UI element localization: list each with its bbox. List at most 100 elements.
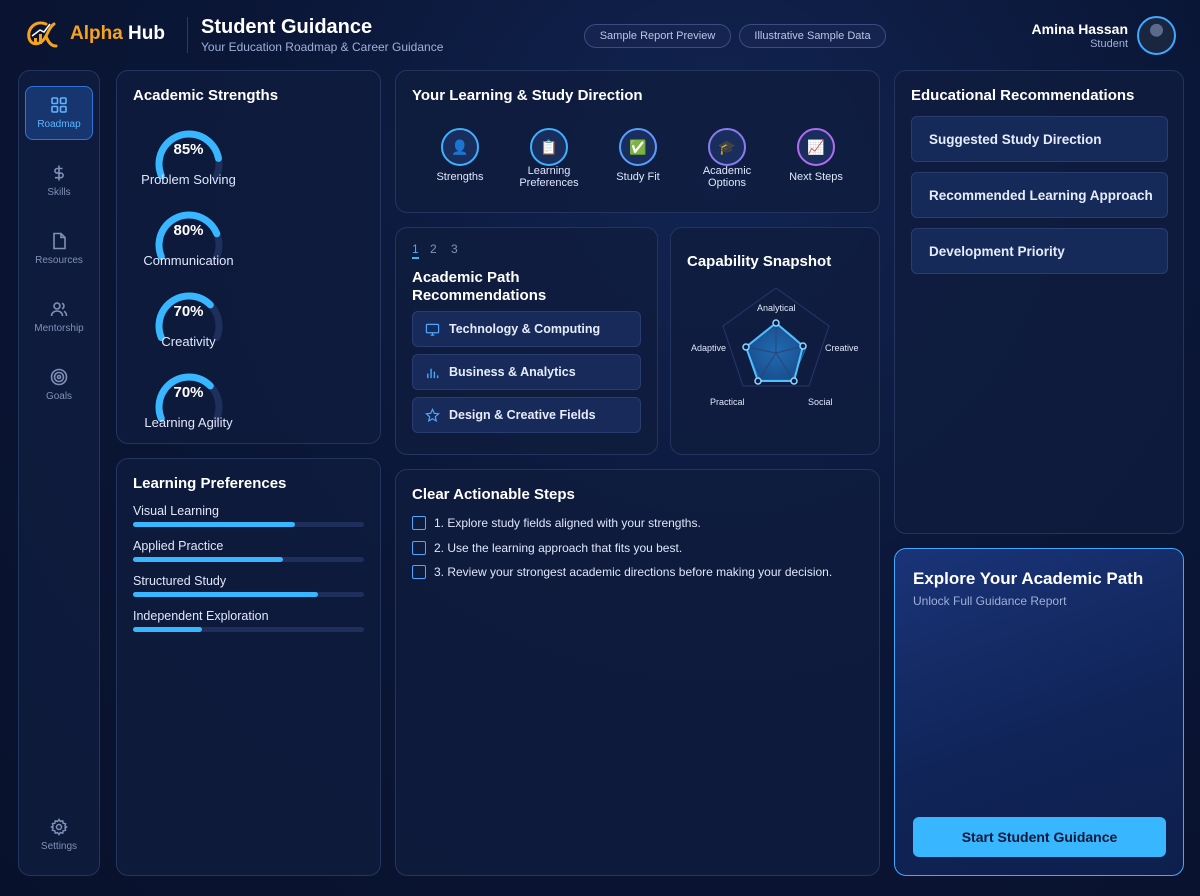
gauge-ring xyxy=(155,292,223,341)
actionable-steps-card: Clear Actionable Steps 1. Explore study … xyxy=(395,469,880,876)
path-item-design[interactable]: Design & Creative Fields xyxy=(412,397,641,433)
page-subtitle: Your Education Roadmap & Career Guidance xyxy=(201,40,444,54)
sidebar-item-skills[interactable]: Skills xyxy=(25,154,93,208)
gear-icon xyxy=(50,818,68,836)
cta-title: Explore Your Academic Path xyxy=(913,569,1144,588)
preference-bar-fill xyxy=(133,592,318,597)
sidebar-item-label: Skills xyxy=(47,187,71,198)
sidebar-item-mentorship[interactable]: Mentorship xyxy=(25,290,93,344)
card-title: Educational Recommendations xyxy=(911,87,1135,104)
study-direction-card: Your Learning & Study Direction 👤 Streng… xyxy=(395,70,880,213)
step-checkbox[interactable] xyxy=(412,541,426,555)
gauge-value: 80% xyxy=(173,222,204,239)
step-row[interactable]: 3. Review your strongest academic direct… xyxy=(412,565,832,579)
recommendation-learning-approach[interactable]: Recommended Learning Approach xyxy=(911,172,1168,218)
preference-bar-fill xyxy=(133,522,295,527)
step-checkbox[interactable] xyxy=(412,565,426,579)
monitor-icon xyxy=(425,323,440,336)
avatar[interactable] xyxy=(1137,16,1176,55)
path-item-label: Business & Analytics xyxy=(449,365,576,379)
bar-chart-icon xyxy=(427,368,439,378)
sidebar-item-settings[interactable]: Settings xyxy=(25,808,93,862)
preference-bar xyxy=(133,627,364,632)
path-item-business[interactable]: Business & Analytics xyxy=(412,354,641,390)
preference-label: Visual Learning xyxy=(133,504,219,518)
gauge-label: Learning Agility xyxy=(144,415,233,430)
preference-bar xyxy=(133,592,364,597)
recommendation-development-priority[interactable]: Development Priority xyxy=(911,228,1168,274)
person-icon: 👤 xyxy=(441,128,479,166)
illustrative-sample-data-pill[interactable]: Illustrative Sample Data xyxy=(739,24,886,48)
preference-label: Structured Study xyxy=(133,574,227,588)
step-row[interactable]: 2. Use the learning approach that fits y… xyxy=(412,541,682,555)
dollar-icon xyxy=(54,165,64,181)
tab-2[interactable]: 2 xyxy=(430,242,437,256)
direction-step-1[interactable]: 👤 Strengths xyxy=(420,128,500,183)
sidebar-item-label: Settings xyxy=(40,841,78,852)
chart-icon: 📈 xyxy=(797,128,835,166)
learning-preferences-card: Learning Preferences Visual Learning App… xyxy=(116,458,381,876)
tab-3[interactable]: 3 xyxy=(451,242,458,256)
radar-axis-label: Analytical xyxy=(757,303,796,313)
card-title: Academic Path Recommendations xyxy=(412,269,547,304)
step-text: 1. Explore study fields aligned with you… xyxy=(434,516,701,530)
header-divider xyxy=(187,17,188,53)
sidebar-item-label: Mentorship xyxy=(34,323,84,334)
target-icon xyxy=(50,368,68,386)
step-row[interactable]: 1. Explore study fields aligned with you… xyxy=(412,516,701,530)
sidebar-item-goals[interactable]: Goals xyxy=(25,358,93,412)
radar-axis-label: Adaptive xyxy=(691,343,727,353)
sidebar-item-label: Resources xyxy=(35,255,83,266)
direction-step-4[interactable]: 🎓 Academic Options xyxy=(687,128,767,189)
user-role: Student xyxy=(1090,38,1128,50)
step-text: 2. Use the learning approach that fits y… xyxy=(434,541,683,555)
preference-bar-fill xyxy=(133,557,284,562)
card-title: Learning Preferences xyxy=(133,475,287,492)
sample-report-preview-pill[interactable]: Sample Report Preview xyxy=(584,24,731,48)
direction-step-3[interactable]: ✅ Study Fit xyxy=(598,128,678,183)
step-label: Strengths xyxy=(436,171,484,183)
sidebar-item-label: Goals xyxy=(45,391,73,402)
card-title: Academic Strengths xyxy=(133,87,279,104)
people-icon xyxy=(50,302,68,317)
alpha-logo-icon xyxy=(27,21,58,48)
step-label: Academic Options xyxy=(702,165,752,189)
sidebar-item-label: Roadmap xyxy=(37,119,81,130)
preference-bar xyxy=(133,522,364,527)
sidebar-item-roadmap[interactable]: Roadmap xyxy=(25,86,93,140)
direction-step-2[interactable]: 📋 Learning Preferences xyxy=(509,128,589,189)
document-icon xyxy=(53,232,66,250)
clipboard-icon: 📋 xyxy=(530,128,568,166)
radar-shape xyxy=(744,321,805,382)
card-title: Clear Actionable Steps xyxy=(412,486,575,503)
step-label: Learning Preferences xyxy=(519,165,579,189)
sidebar: Roadmap Skills Resources Mentorship Goal… xyxy=(18,70,100,876)
user-name: Amina Hassan xyxy=(1031,21,1128,37)
radar-axis-label: Social xyxy=(808,397,833,407)
academic-strengths-card: Academic Strengths 85% Problem Solving 8… xyxy=(116,70,381,444)
gauge-ring xyxy=(155,373,223,422)
gauge-value: 70% xyxy=(173,384,204,401)
step-label: Study Fit xyxy=(616,171,660,183)
brand-logo[interactable]: Alpha Hub xyxy=(24,18,165,50)
step-checkbox[interactable] xyxy=(412,516,426,530)
tab-1[interactable]: 1 xyxy=(412,242,419,259)
gauge-label: Creativity xyxy=(161,334,216,349)
gauge-value: 85% xyxy=(173,141,204,158)
gauge-value: 70% xyxy=(173,303,204,320)
radar-chart xyxy=(722,287,830,387)
recommendation-study-direction[interactable]: Suggested Study Direction xyxy=(911,116,1168,162)
academic-path-card: 1 2 3 Academic Path Recommendations Tech… xyxy=(395,227,658,455)
path-item-label: Technology & Computing xyxy=(449,322,601,336)
graduation-cap-icon: 🎓 xyxy=(708,128,746,166)
gauge-ring xyxy=(155,130,223,179)
start-student-guidance-button[interactable]: Start Student Guidance xyxy=(913,817,1166,857)
gauge-label: Problem Solving xyxy=(141,172,236,187)
gauge-label: Communication xyxy=(143,253,234,268)
direction-step-5[interactable]: 📈 Next Steps xyxy=(776,128,856,183)
preference-label: Applied Practice xyxy=(133,539,224,553)
path-item-technology[interactable]: Technology & Computing xyxy=(412,311,641,347)
top-header: Alpha Hub Student Guidance Your Educatio… xyxy=(0,0,1200,70)
gauge-ring xyxy=(155,211,223,260)
sidebar-item-resources[interactable]: Resources xyxy=(25,222,93,276)
